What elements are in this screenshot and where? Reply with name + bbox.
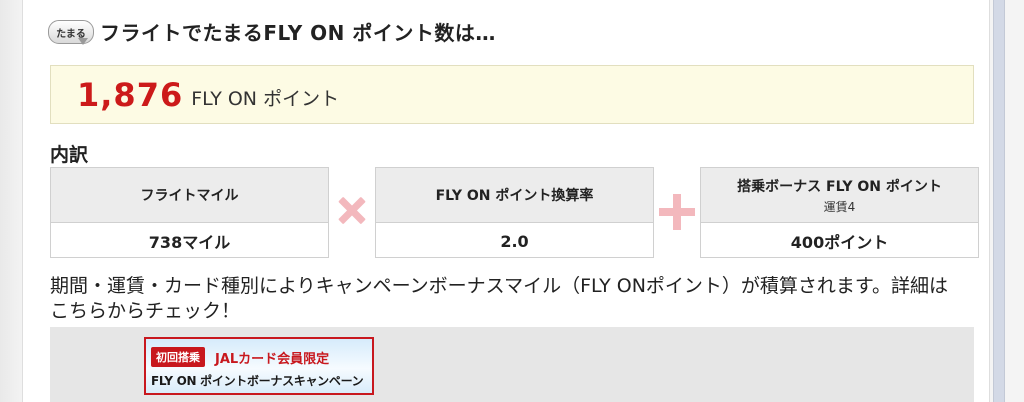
campaign-banner-link[interactable]: 初回搭乗 JALカード会員限定 FLY ON ポイントボーナスキャンペーン [144,337,374,395]
boarding-bonus-header: 搭乗ボーナス FLY ON ポイント 運賃4 [701,168,978,223]
total-points-box: 1,876 FLY ON ポイント [50,65,974,124]
total-points-unit: FLY ON ポイント [191,88,340,110]
campaign-banner-title: FLY ON ポイントボーナスキャンペーン [151,374,364,388]
flight-miles-header-label: フライトマイル [140,188,239,204]
boarding-bonus-box: 搭乗ボーナス FLY ON ポイント 運賃4 400ポイント [700,167,979,258]
first-boarding-tag: 初回搭乗 [151,347,205,367]
conversion-rate-value: 2.0 [500,231,529,251]
page-left-edge [0,0,22,402]
times-icon [334,192,370,228]
tamaru-speech-bubble-icon: たまる [48,18,94,45]
conversion-rate-header-label: FLY ON ポイント換算率 [435,188,594,204]
scrollbar[interactable] [993,0,1005,402]
jal-card-member-label: JALカード会員限定 [215,351,330,367]
campaign-description: 期間・運賃・カード種別によりキャンペーンボーナスマイル（FLY ONポイント）が… [50,275,949,322]
section-heading: たまる フライトでたまるFLY ON ポイント数は… [48,14,496,48]
breakdown-label: 内訳 [50,144,89,166]
page-title: フライトでたまるFLY ON ポイント数は… [100,20,496,45]
flight-miles-header: フライトマイル [51,168,328,223]
total-points-value: 1,876 [77,75,184,114]
fare-type-label: 運賃4 [823,199,856,214]
bubble-tail [78,38,88,45]
conversion-rate-box: FLY ON ポイント換算率 2.0 [375,167,654,258]
banner-top-row: 初回搭乗 JALカード会員限定 [151,347,329,367]
boarding-bonus-value: 400ポイント [790,233,889,252]
boarding-bonus-header-label: 搭乗ボーナス FLY ON ポイント [737,178,942,195]
plus-icon [659,194,695,230]
flight-miles-box: フライトマイル 738マイル [50,167,329,258]
flight-miles-value: 738マイル [148,233,231,252]
conversion-rate-header: FLY ON ポイント換算率 [376,168,653,223]
